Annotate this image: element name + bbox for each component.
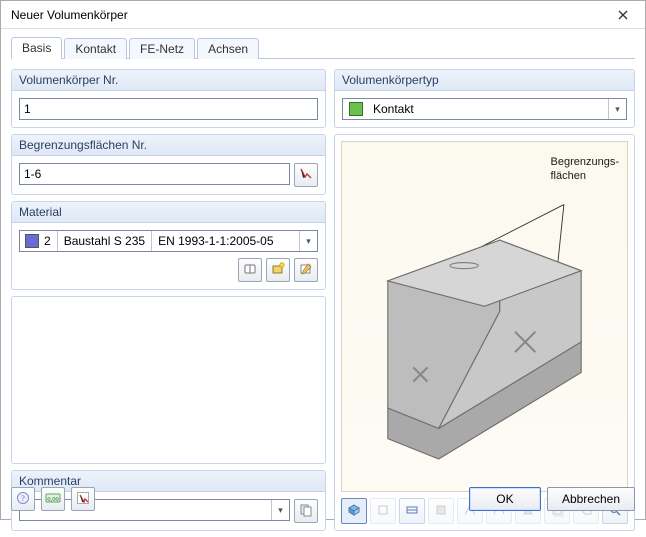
material-number: 2 <box>44 231 57 251</box>
new-material-icon <box>271 262 285 279</box>
group-boundary-header: Begrenzungsflächen Nr. <box>12 135 325 156</box>
units-icon: 0,00 <box>45 491 61 508</box>
close-button[interactable] <box>601 1 645 29</box>
tab-basis-label: Basis <box>22 41 51 55</box>
units-button[interactable]: 0,00 <box>41 487 65 511</box>
solid-no-input[interactable] <box>19 98 318 120</box>
preview-panel: Begrenzungs- flächen <box>334 134 635 531</box>
ok-button[interactable]: OK <box>469 487 541 511</box>
new-material-button[interactable] <box>266 258 290 282</box>
group-type-header: Volumenkörpertyp <box>335 70 634 91</box>
pick-footer-button[interactable] <box>71 487 95 511</box>
material-library-button[interactable] <box>238 258 262 282</box>
help-icon: ? <box>16 491 30 508</box>
edit-material-button[interactable] <box>294 258 318 282</box>
pick-surfaces-button[interactable] <box>294 163 318 187</box>
tab-fenetz-label: FE-Netz <box>140 42 184 56</box>
group-type: Volumenkörpertyp Kontakt ▾ <box>334 69 635 128</box>
type-combo[interactable]: Kontakt ▾ <box>342 98 627 120</box>
group-material-header: Material <box>12 202 325 223</box>
group-boundary: Begrenzungsflächen Nr. <box>11 134 326 195</box>
chevron-down-icon: ▾ <box>608 99 626 119</box>
preview-solid-icon <box>342 142 627 491</box>
svg-text:?: ? <box>21 494 25 503</box>
boundary-surfaces-input[interactable] <box>19 163 290 185</box>
preview-annotation-line1: Begrenzungs- <box>551 156 620 168</box>
edit-material-icon <box>299 262 313 279</box>
type-selected: Kontakt <box>369 102 608 116</box>
tab-kontakt[interactable]: Kontakt <box>64 38 127 59</box>
material-library-icon <box>243 262 257 279</box>
material-standard: EN 1993-1-1:2005-05 <box>151 231 279 251</box>
preview-canvas[interactable]: Begrenzungs- flächen <box>341 141 628 492</box>
empty-panel <box>11 296 326 464</box>
material-name: Baustahl S 235 <box>57 231 151 251</box>
type-swatch-icon <box>349 102 363 116</box>
preview-annotation: Begrenzungs- flächen <box>551 156 620 184</box>
svg-text:0,00: 0,00 <box>47 496 58 503</box>
group-solid-no-header: Volumenkörper Nr. <box>12 70 325 91</box>
cancel-button[interactable]: Abbrechen <box>547 487 635 511</box>
window-title: Neuer Volumenkörper <box>11 8 601 22</box>
help-button[interactable]: ? <box>11 487 35 511</box>
tab-achsen[interactable]: Achsen <box>197 38 259 59</box>
chevron-down-icon: ▾ <box>299 231 317 251</box>
pick-icon <box>76 491 90 508</box>
tab-strip: Basis Kontakt FE-Netz Achsen <box>11 37 635 59</box>
preview-annotation-line2: flächen <box>551 170 586 182</box>
material-swatch-icon <box>25 234 39 248</box>
pick-surfaces-icon <box>299 167 313 184</box>
group-material: Material 2 Baustahl S 235 EN 1993-1-1:20… <box>11 201 326 290</box>
material-combo[interactable]: 2 Baustahl S 235 EN 1993-1-1:2005-05 ▾ <box>19 230 318 252</box>
group-solid-no: Volumenkörper Nr. <box>11 69 326 128</box>
tab-achsen-label: Achsen <box>208 42 248 56</box>
tab-basis[interactable]: Basis <box>11 37 62 59</box>
tab-kontakt-label: Kontakt <box>75 42 116 56</box>
tab-fenetz[interactable]: FE-Netz <box>129 38 195 59</box>
